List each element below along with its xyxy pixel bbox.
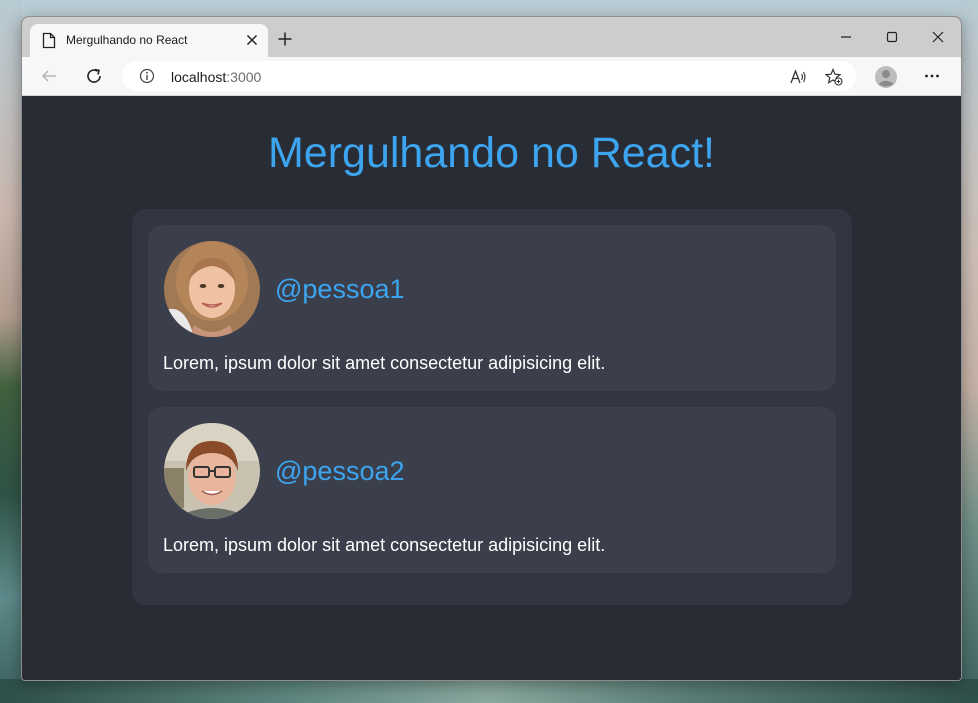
page-content: Mergulhando no React! @pessoa1 Lorem, ip…	[22, 96, 961, 680]
tab-bar: Mergulhando no React	[22, 17, 961, 57]
more-icon[interactable]	[923, 67, 941, 85]
back-arrow-icon[interactable]	[40, 67, 58, 85]
avatar	[164, 423, 260, 519]
browser-tab[interactable]: Mergulhando no React	[30, 24, 268, 57]
browser-window: Mergulhando no React localhost:3000 Merg…	[21, 16, 962, 681]
post-card: @pessoa1 Lorem, ipsum dolor sit amet con…	[148, 225, 836, 391]
read-aloud-icon[interactable]	[789, 68, 807, 86]
desktop-wallpaper-bottom	[0, 679, 978, 703]
address-host: localhost	[171, 69, 227, 85]
tab-title: Mergulhando no React	[66, 33, 188, 47]
window-close-icon[interactable]	[930, 29, 946, 45]
user-handle[interactable]: @pessoa2	[275, 456, 405, 487]
browser-toolbar: localhost:3000	[22, 57, 961, 96]
user-handle[interactable]: @pessoa1	[275, 274, 405, 305]
add-favorite-icon[interactable]	[825, 68, 843, 86]
minimize-icon[interactable]	[838, 29, 854, 45]
profile-icon[interactable]	[874, 65, 898, 89]
info-icon[interactable]	[139, 68, 155, 84]
refresh-icon[interactable]	[85, 67, 103, 85]
close-icon[interactable]	[244, 32, 260, 48]
plus-icon[interactable]	[277, 31, 293, 47]
address-bar[interactable]: localhost:3000	[122, 61, 856, 91]
document-icon	[42, 32, 56, 49]
post-card: @pessoa2 Lorem, ipsum dolor sit amet con…	[148, 407, 836, 573]
address-port: :3000	[226, 69, 262, 85]
post-text: Lorem, ipsum dolor sit amet consectetur …	[163, 353, 606, 373]
maximize-icon[interactable]	[884, 29, 900, 45]
page-title: Mergulhando no React!	[267, 129, 715, 177]
avatar	[164, 241, 260, 337]
post-text: Lorem, ipsum dolor sit amet consectetur …	[163, 535, 606, 555]
desktop-wallpaper-left	[0, 0, 22, 703]
posts-container: @pessoa1 Lorem, ipsum dolor sit amet con…	[132, 209, 852, 605]
address-url[interactable]: localhost:3000	[171, 69, 261, 85]
